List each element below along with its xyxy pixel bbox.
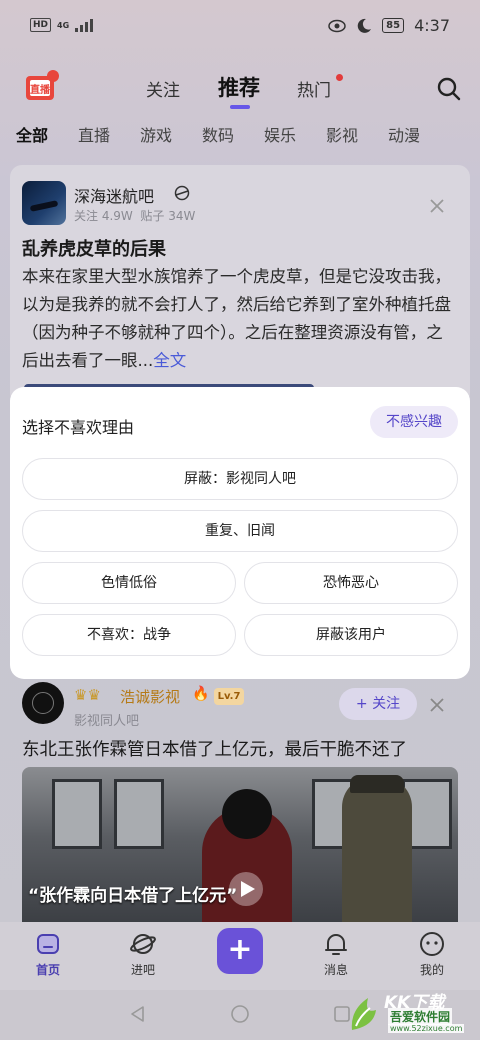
- nav-profile[interactable]: 我的: [402, 930, 462, 978]
- back-icon[interactable]: [128, 1004, 148, 1024]
- category-digital[interactable]: 数码: [202, 122, 234, 146]
- post-title[interactable]: 乱养虎皮草的后果: [22, 235, 166, 261]
- category-film[interactable]: 影视: [326, 122, 358, 146]
- video-thumbnail[interactable]: “张作霖向日本借了上亿元”: [22, 767, 458, 923]
- feed-card-1[interactable]: 深海迷航吧 关注 4.9W 贴子 34W 乱养虎皮草的后果 本来在家里大型水族馆…: [10, 165, 470, 405]
- reason-disturbing[interactable]: 恐怖恶心: [244, 562, 458, 604]
- post-body-text: 本来在家里大型水族馆养了一个虎皮草，但是它没攻击我，以为是我养的就不会打人了，然…: [22, 267, 451, 370]
- user-avatar[interactable]: [22, 682, 64, 724]
- bell-icon: [325, 934, 347, 955]
- tab-follow[interactable]: 关注: [146, 76, 180, 101]
- watermark-site-name: 吾爱软件园: [388, 1008, 453, 1025]
- forum-stats: 关注 4.9W 贴子 34W: [74, 207, 195, 224]
- signal-icon: [75, 18, 94, 32]
- not-interested-button[interactable]: 不感兴趣: [370, 406, 458, 438]
- watermark-url: www.52zixue.com: [388, 1024, 465, 1033]
- category-games[interactable]: 游戏: [140, 122, 172, 146]
- nav-messages-label: 消息: [323, 963, 348, 977]
- tab-hot[interactable]: 热门: [297, 76, 331, 101]
- level-badge: Lv.7: [214, 688, 244, 705]
- home-icon: [37, 934, 59, 954]
- reason-vulgar[interactable]: 色情低俗: [22, 562, 236, 604]
- search-icon[interactable]: [436, 76, 462, 102]
- close-icon[interactable]: [428, 197, 446, 215]
- reason-block-user[interactable]: 屏蔽该用户: [244, 614, 458, 656]
- category-live[interactable]: 直播: [78, 122, 110, 146]
- post-forum[interactable]: 影视同人吧: [74, 710, 139, 729]
- follow-button[interactable]: + 关注: [339, 688, 417, 720]
- full-text-link[interactable]: 全文: [153, 351, 186, 370]
- forum-avatar[interactable]: [22, 181, 66, 225]
- live-logo-icon[interactable]: 直播: [24, 68, 60, 104]
- home-circle-icon[interactable]: [230, 1004, 250, 1024]
- nav-forums-label: 进吧: [130, 963, 155, 977]
- nav-home-label: 首页: [35, 963, 60, 977]
- reason-dislike-war[interactable]: 不喜欢：战争: [22, 614, 236, 656]
- forum-posts: 贴子 34W: [140, 209, 196, 223]
- logo-text: 直播: [30, 83, 51, 96]
- watermark: KK下载 吾爱软件园 www.52zixue.com: [346, 988, 476, 1038]
- nav-forums[interactable]: 进吧: [113, 930, 173, 978]
- forum-name[interactable]: 深海迷航吧: [74, 183, 154, 207]
- top-nav: 直播 关注 推荐 热门: [0, 64, 480, 114]
- eye-comfort-icon: [328, 19, 346, 32]
- play-icon[interactable]: [228, 871, 264, 907]
- face-icon: [420, 932, 444, 956]
- category-all[interactable]: 全部: [16, 122, 48, 146]
- reason-block-forum[interactable]: 屏蔽：影视同人吧: [22, 458, 458, 500]
- status-bar: HD 4G 85 4:37: [0, 0, 480, 56]
- hot-notification-dot: [336, 74, 343, 81]
- post-create-button[interactable]: +: [217, 928, 263, 974]
- category-anime[interactable]: 动漫: [388, 122, 420, 146]
- nav-messages[interactable]: 消息: [306, 930, 366, 978]
- nav-home[interactable]: 首页: [18, 930, 78, 978]
- fire-icon: 🔥: [192, 686, 210, 702]
- forum-badge-icon: [174, 185, 190, 201]
- post-title[interactable]: 东北王张作霖管日本借了上亿元，最后干脆不还了: [22, 736, 407, 761]
- hd-badge: HD: [30, 18, 52, 32]
- close-icon[interactable]: [428, 696, 446, 714]
- bottom-nav: 首页 进吧 + 消息 我的: [0, 922, 480, 990]
- clock: 4:37: [414, 16, 450, 35]
- active-tab-indicator: [230, 105, 250, 109]
- reason-duplicate[interactable]: 重复、旧闻: [22, 510, 458, 552]
- nav-profile-label: 我的: [419, 963, 444, 977]
- watermark-logo-icon: [351, 998, 376, 1030]
- popup-title: 选择不喜欢理由: [22, 418, 135, 437]
- forum-followers: 关注 4.9W: [74, 209, 133, 223]
- video-caption: “张作霖向日本借了上亿元”: [28, 886, 238, 906]
- tab-recommend[interactable]: 推荐: [218, 72, 260, 102]
- battery-icon: 85: [382, 18, 405, 33]
- network-type: 4G: [57, 20, 70, 30]
- category-entertainment[interactable]: 娱乐: [264, 122, 296, 146]
- planet-icon: [130, 934, 156, 954]
- username[interactable]: 浩诚影视: [120, 686, 180, 707]
- moon-icon: [357, 18, 372, 33]
- video-soldier: [342, 775, 412, 923]
- dislike-reason-popup: 选择不喜欢理由 不感兴趣 屏蔽：影视同人吧 重复、旧闻 色情低俗 恐怖恶心 不喜…: [10, 387, 470, 679]
- category-row: 全部 直播 游戏 数码 娱乐 影视 动漫: [0, 122, 480, 152]
- post-body[interactable]: 本来在家里大型水族馆养了一个虎皮草，但是它没攻击我，以为是我养的就不会打人了，然…: [22, 263, 454, 375]
- crown-icon: ♛♛: [74, 686, 101, 704]
